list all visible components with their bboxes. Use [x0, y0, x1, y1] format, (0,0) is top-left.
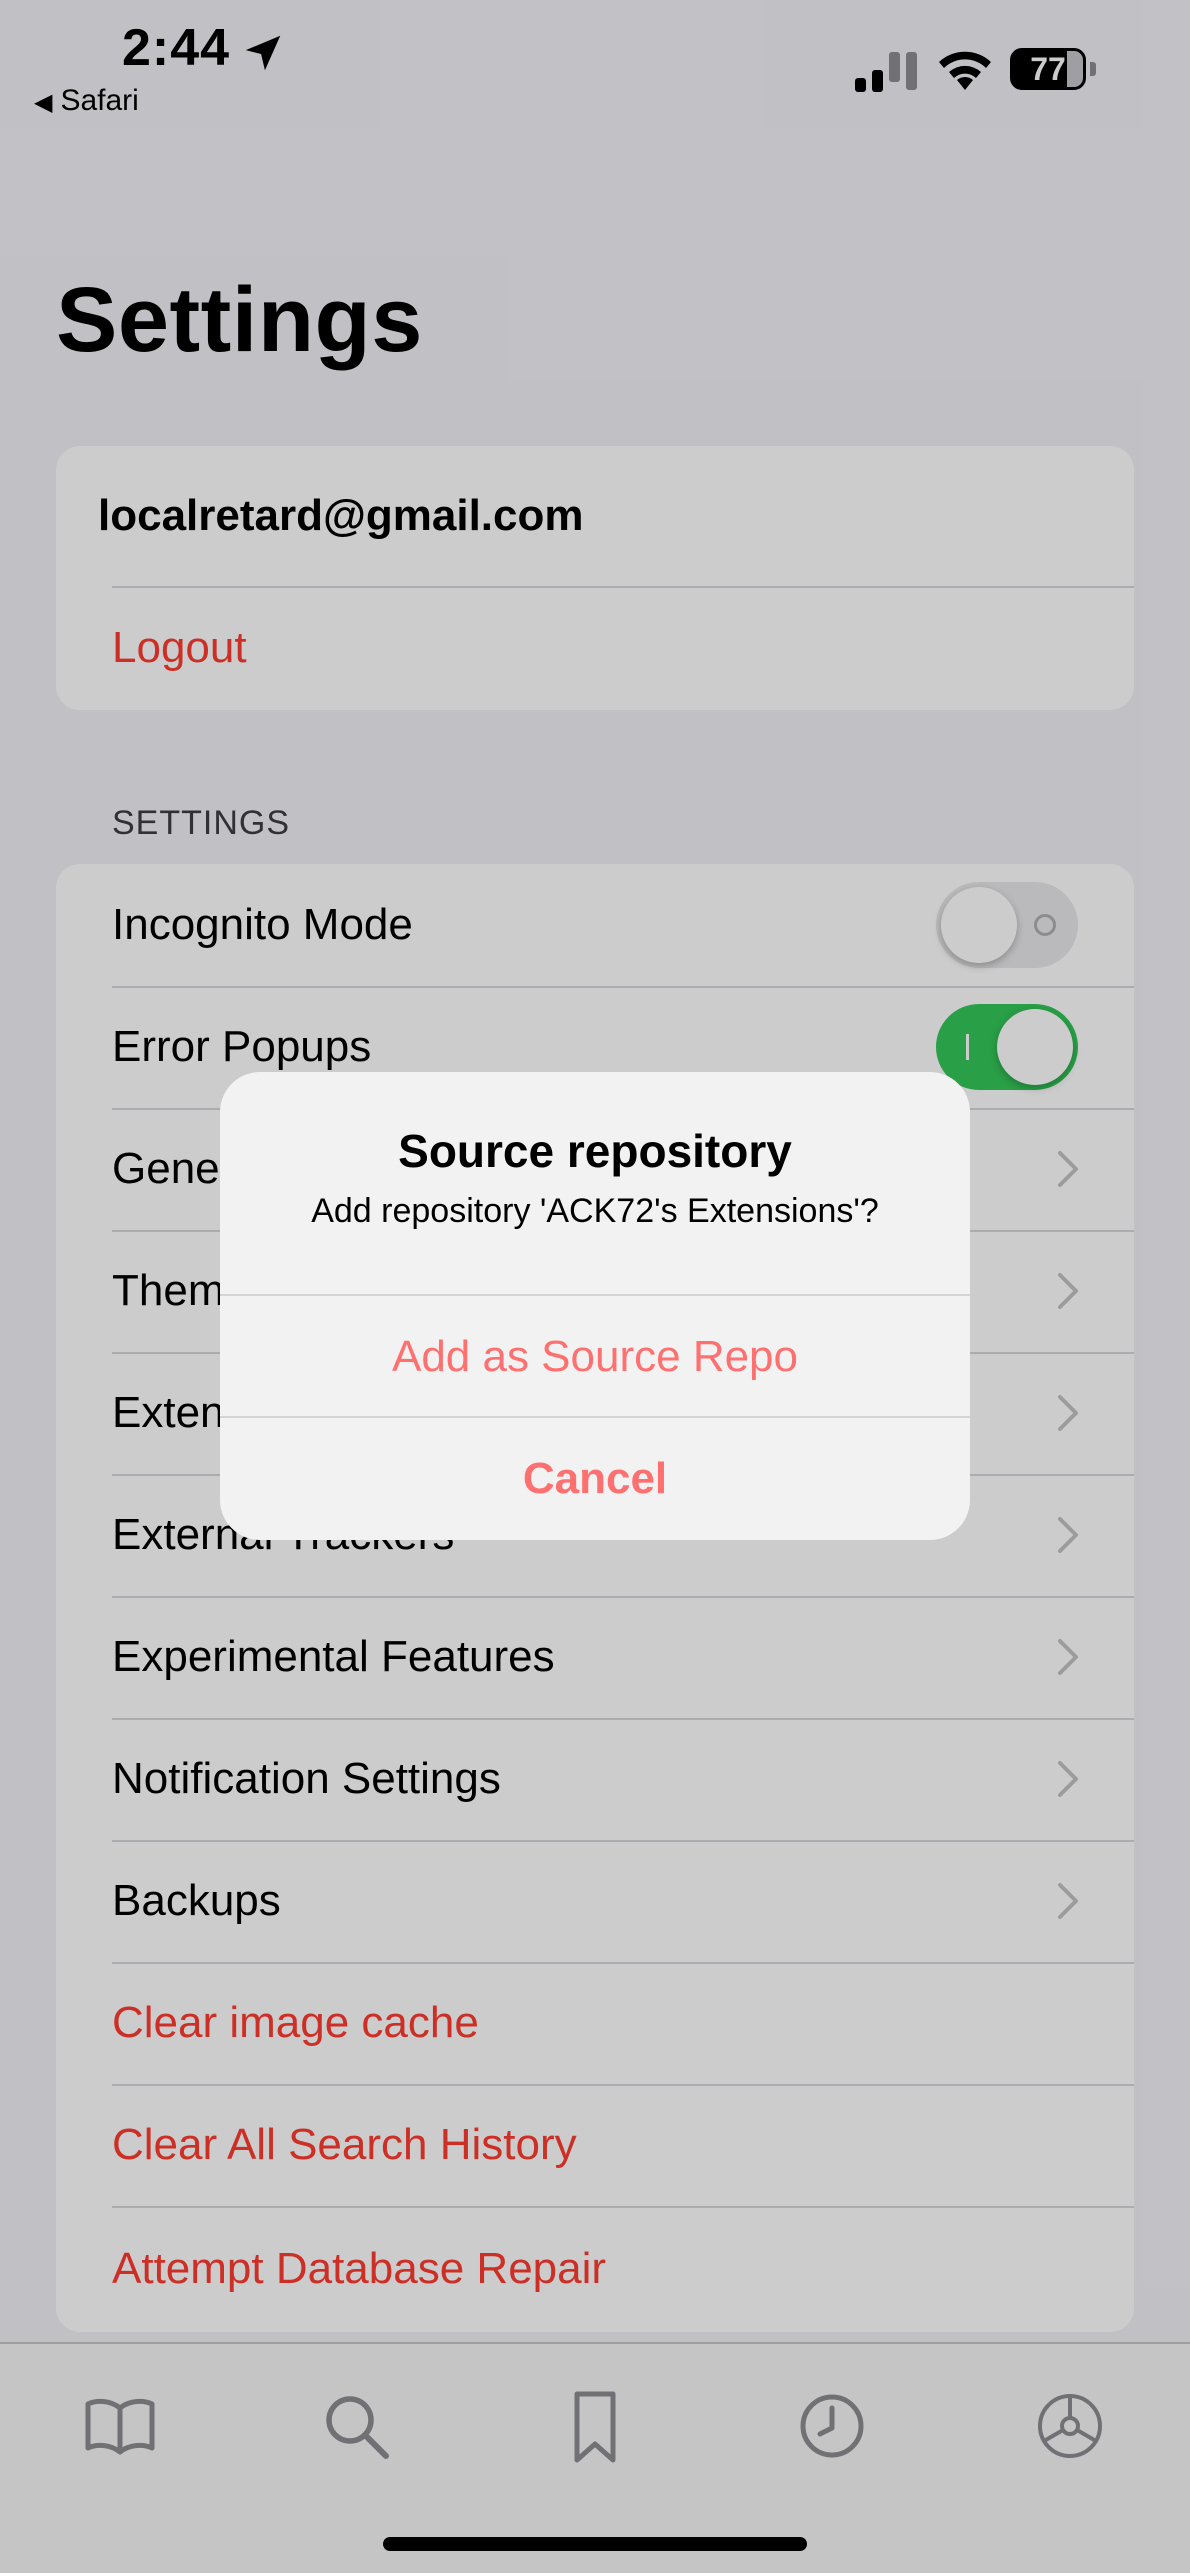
alert-title: Source repository	[398, 1125, 792, 1177]
alert-message: Add repository 'ACK72's Extensions'?	[311, 1192, 879, 1230]
cancel-button[interactable]: Cancel	[220, 1416, 970, 1538]
source-repo-alert: Source repository Add repository 'ACK72'…	[220, 1072, 970, 1540]
add-source-repo-button[interactable]: Add as Source Repo	[220, 1294, 970, 1416]
